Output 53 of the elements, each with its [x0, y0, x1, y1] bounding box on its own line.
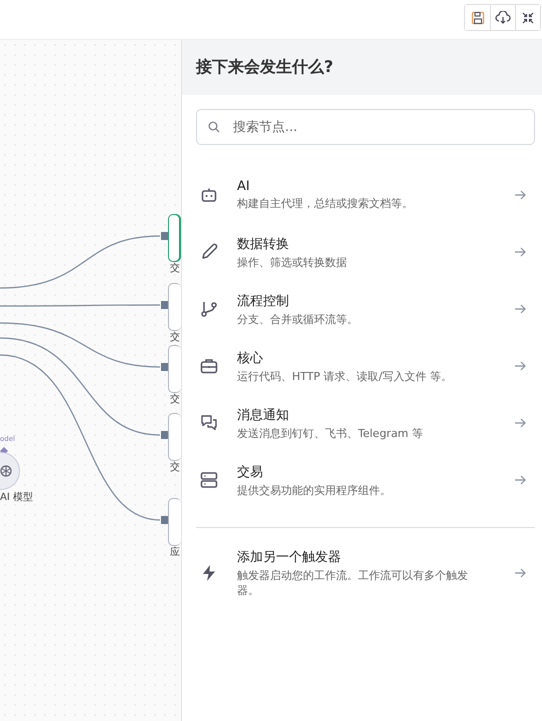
- pencil-icon: [200, 243, 218, 261]
- node-label: 交: [170, 333, 180, 343]
- item-title: 数据转换: [237, 236, 290, 252]
- item-description: 分支、合并或循环流等。: [237, 312, 359, 326]
- search-icon: [208, 121, 220, 133]
- node-category-item[interactable]: 交易 提供交易功能的实用程序组件。: [182, 462, 542, 498]
- arrow-right-icon: [514, 360, 526, 372]
- node-label: 交: [170, 395, 180, 405]
- node-label: 交: [170, 264, 180, 274]
- node-label: 应: [170, 548, 180, 558]
- item-description: 构建自主代理，总结或搜索文档等。: [237, 196, 414, 211]
- toolbox-icon: [200, 357, 218, 375]
- node-category-item[interactable]: 添加另一个触发器 触发器启动您的工作流。工作流可以有多个触发器。: [182, 548, 542, 598]
- item-description: 运行代码、HTTP 请求、读取/写入文件 等。: [237, 368, 453, 384]
- arrow-right-icon: [514, 567, 526, 579]
- item-title: AI: [237, 179, 251, 194]
- arrow-right-icon: [514, 417, 526, 429]
- node-category-item[interactable]: 数据转换 操作、筛选或转换数据: [182, 234, 542, 270]
- arrow-right-icon: [514, 246, 526, 258]
- node-category-item[interactable]: 核心 运行代码、HTTP 请求、读取/写入文件 等。: [182, 348, 542, 384]
- item-description: 发送消息到钉钉、飞书、Telegram 等: [237, 426, 424, 440]
- collapse-icon: [521, 10, 535, 24]
- panel-title: 接下来会发生什么?: [196, 57, 334, 78]
- search-field[interactable]: 搜索节点...: [196, 109, 535, 145]
- node-category-item[interactable]: 消息通知 发送消息到钉钉、飞书、Telegram 等: [182, 405, 542, 441]
- item-title: 消息通知: [237, 406, 290, 424]
- node-category-item[interactable]: AI 构建自主代理，总结或搜索文档等。: [182, 177, 542, 213]
- workflow-node[interactable]: [168, 214, 181, 262]
- branch-icon: [200, 300, 218, 318]
- robot-icon: [200, 186, 218, 204]
- server-icon: [200, 471, 218, 489]
- item-description: 提供交易功能的实用程序组件。: [237, 482, 392, 498]
- collapse-button[interactable]: [515, 5, 540, 30]
- workflow-node[interactable]: [168, 413, 181, 461]
- node-label: AI 模型: [0, 493, 33, 503]
- save-icon: [470, 10, 484, 24]
- node-category-item[interactable]: 流程控制 分支、合并或循环流等。: [182, 291, 542, 327]
- item-title: 交易: [237, 464, 264, 480]
- chat-icon: [200, 414, 218, 432]
- item-description: 触发器启动您的工作流。工作流可以有多个触发器。: [237, 568, 469, 598]
- workflow-node[interactable]: [168, 498, 181, 546]
- arrow-right-icon: [514, 189, 526, 201]
- workflow-node[interactable]: [168, 345, 181, 393]
- arrow-right-icon: [514, 474, 526, 486]
- node-label: 交: [170, 463, 180, 473]
- item-title: 添加另一个触发器: [237, 549, 342, 566]
- workflow-node[interactable]: [168, 283, 181, 331]
- item-title: 流程控制: [237, 292, 290, 310]
- lightning-icon: [200, 564, 218, 582]
- cloud-download-icon: [495, 10, 511, 24]
- item-description: 操作、筛选或转换数据: [237, 254, 348, 270]
- arrow-right-icon: [514, 303, 526, 315]
- item-title: 核心: [237, 350, 264, 366]
